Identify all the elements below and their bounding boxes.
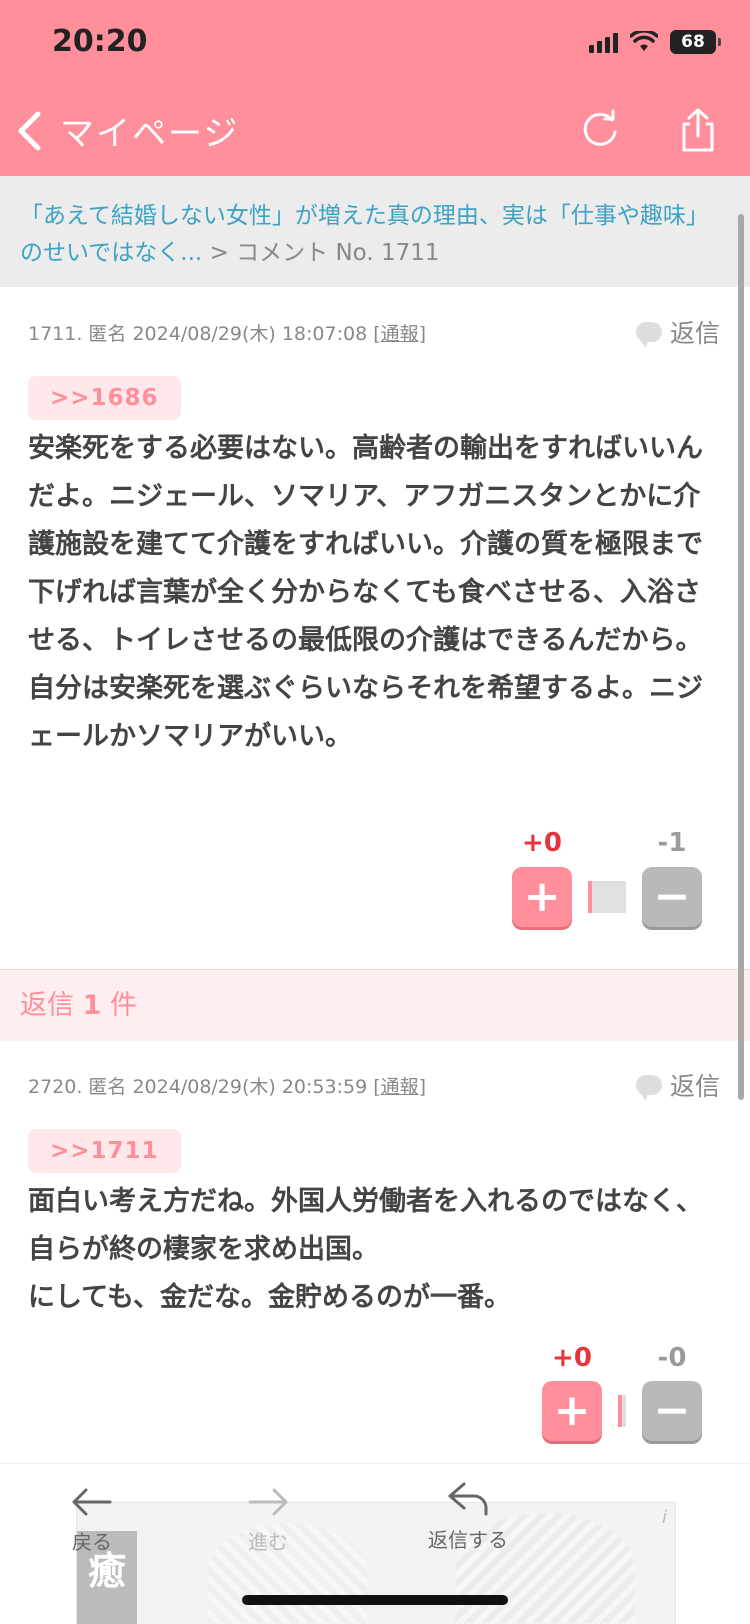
comment-body: 面白い考え方だね。外国人労働者を入れるのではなく、自らが終の棲家を求め出国。 に…	[28, 1186, 703, 1313]
minus-vote-button[interactable]: −	[642, 867, 702, 927]
battery-icon: 68	[670, 30, 721, 54]
comment-meta-text: 1711. 匿名 2024/08/29(木) 18:07:08 [	[28, 323, 381, 345]
vote-ratio-bar	[588, 881, 626, 913]
comment-body: 安楽死をする必要はない。高齢者の輸出をすればいいんだよ。ニジェール、ソマリア、ア…	[28, 433, 703, 752]
arrow-left-icon	[72, 1488, 112, 1516]
comment-1711: 1711. 匿名 2024/08/29(木) 18:07:08 [通報] 返信 …	[0, 287, 750, 969]
replies-count: 1	[82, 990, 102, 1021]
status-time: 20:20	[52, 24, 148, 59]
arrow-right-icon	[248, 1488, 288, 1516]
speech-bubble-icon	[635, 1075, 662, 1101]
status-icons: 68	[589, 30, 721, 54]
comment-2720: 2720. 匿名 2024/08/29(木) 20:53:59 [通報] 返信 …	[0, 1041, 750, 1463]
anchor-link[interactable]: >>1711	[28, 1129, 181, 1173]
breadcrumb-separator: >	[209, 240, 229, 266]
plus-vote-button[interactable]: +	[542, 1381, 602, 1441]
comment-meta-text: 2720. 匿名 2024/08/29(木) 20:53:59 [	[28, 1076, 381, 1098]
reply-label: 返信	[669, 1072, 720, 1101]
comment-meta-end: ]	[418, 323, 427, 345]
back-label: マイページ	[60, 114, 240, 154]
reply-button[interactable]: 返信	[635, 314, 720, 350]
toolbar-forward-button[interactable]: 進む	[246, 1484, 290, 1555]
anchor-link[interactable]: >>1686	[28, 376, 181, 420]
chevron-left-icon	[18, 111, 41, 150]
replies-suffix: 件	[101, 990, 137, 1021]
signal-icon	[589, 31, 618, 53]
breadcrumb-current: コメント No. 1711	[236, 240, 440, 266]
reply-label: 返信	[669, 319, 720, 348]
minus-count: -0	[657, 1343, 687, 1373]
toolbar-back-label: 戻る	[72, 1530, 112, 1554]
app-header: 20:20 68 マイページ	[0, 0, 750, 176]
ad-banner[interactable]: 癒 i	[76, 1502, 676, 1624]
speech-bubble-icon	[635, 322, 662, 348]
replies-prefix: 返信	[20, 990, 83, 1021]
comment-meta: 1711. 匿名 2024/08/29(木) 18:07:08 [通報]	[28, 319, 426, 346]
plus-count: +0	[522, 828, 562, 858]
toolbar-back-button[interactable]: 戻る	[70, 1484, 114, 1555]
breadcrumb: 「あえて結婚しない女性」が増えた真の理由、実は「仕事や趣味」のせいではなく...…	[0, 176, 750, 287]
replies-header: 返信 1 件	[0, 969, 750, 1041]
comment-meta: 2720. 匿名 2024/08/29(木) 20:53:59 [通報]	[28, 1072, 426, 1099]
home-indicator	[242, 1595, 508, 1605]
plus-count: +0	[552, 1343, 592, 1373]
report-link[interactable]: 通報	[381, 1076, 419, 1098]
share-icon[interactable]	[676, 108, 720, 152]
vote-ratio-bar	[618, 1395, 626, 1427]
back-to-mypage-button[interactable]: マイページ	[16, 106, 239, 155]
reply-button[interactable]: 返信	[635, 1067, 720, 1103]
plus-vote-button[interactable]: +	[512, 867, 572, 927]
reload-icon[interactable]	[578, 108, 622, 152]
toolbar-reply-label: 返信する	[428, 1528, 508, 1552]
report-link[interactable]: 通報	[381, 323, 419, 345]
toolbar-reply-button[interactable]: 返信する	[428, 1480, 508, 1553]
minus-vote-button[interactable]: −	[642, 1381, 702, 1441]
comment-meta-end: ]	[418, 1076, 427, 1098]
scrollbar[interactable]	[738, 214, 744, 1100]
toolbar-forward-label: 進む	[248, 1530, 288, 1554]
wifi-icon	[630, 31, 658, 51]
minus-count: -1	[657, 828, 687, 858]
ad-info-icon[interactable]: i	[662, 1507, 667, 1528]
reply-arrow-icon	[448, 1482, 488, 1516]
